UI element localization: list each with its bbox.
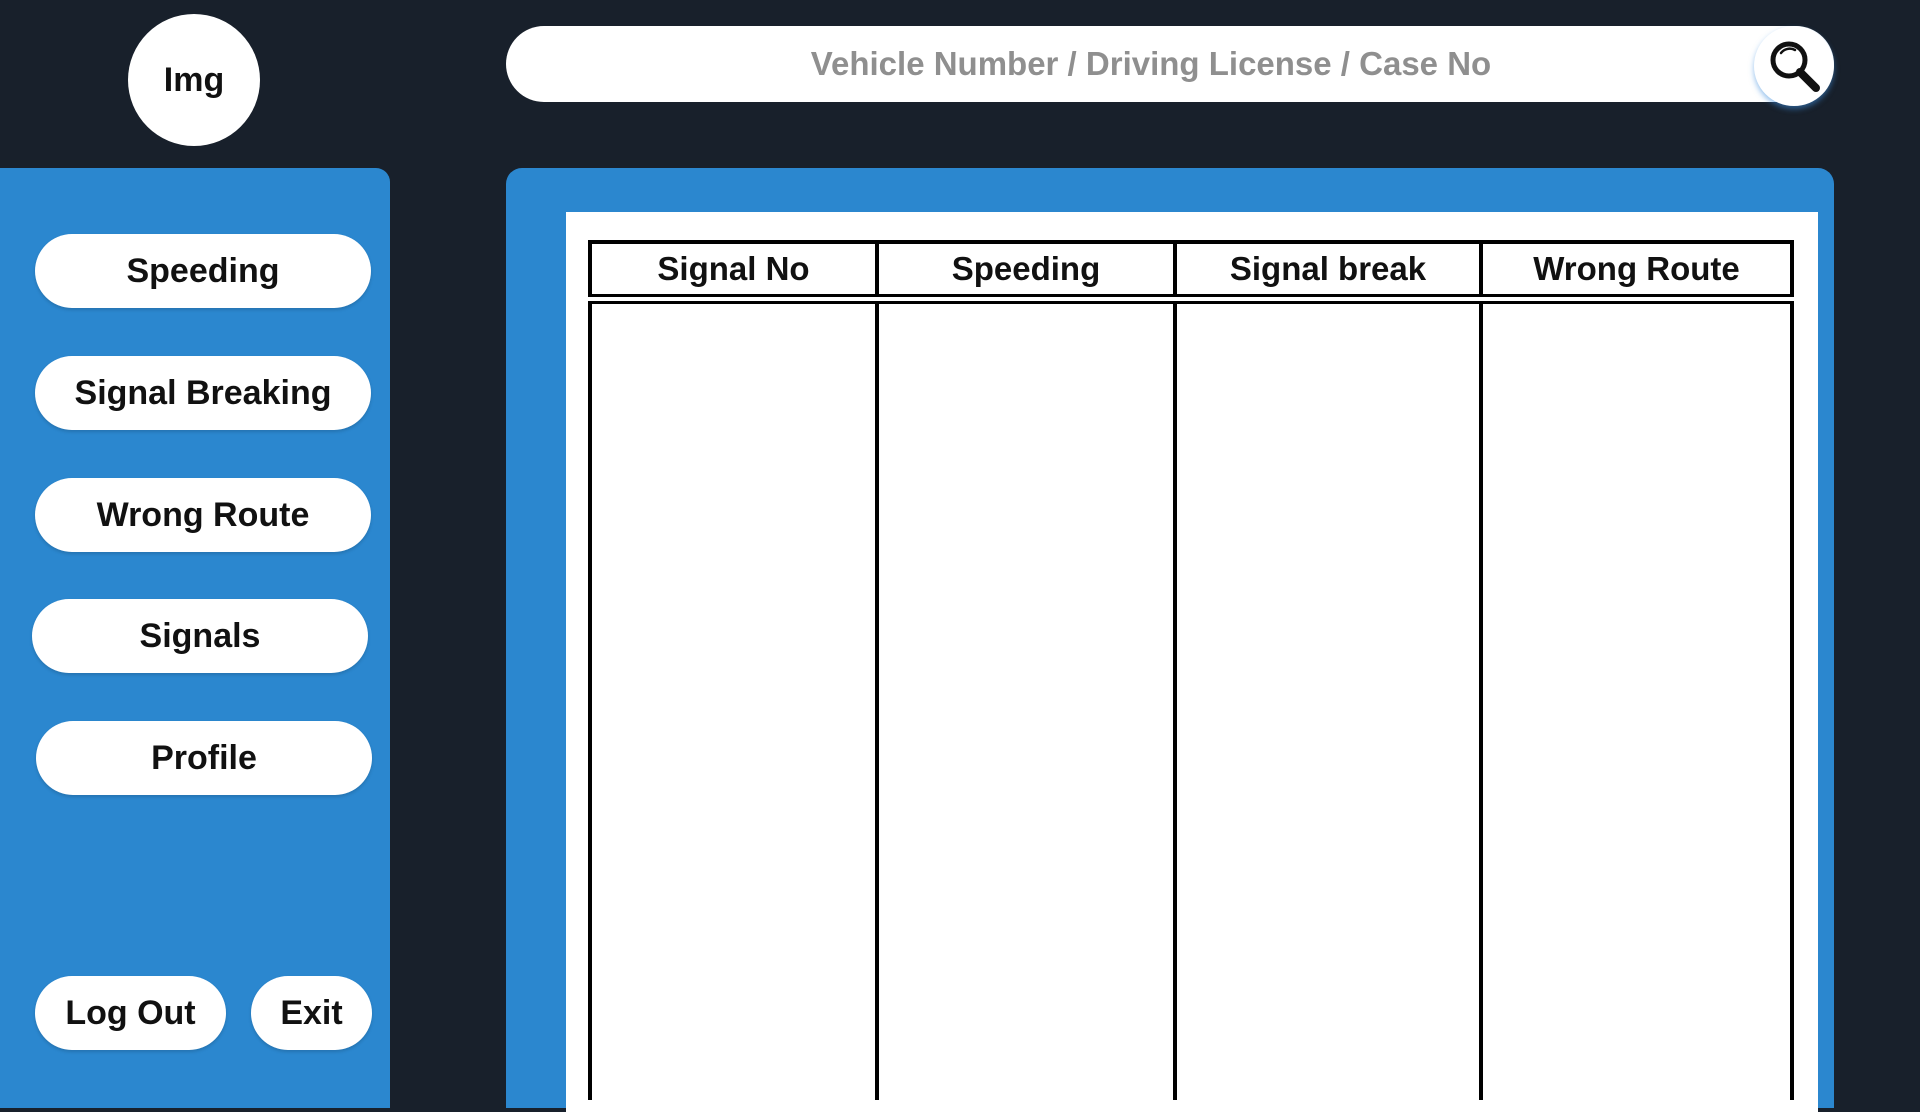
sidebar-item-wrong-route[interactable]: Wrong Route xyxy=(35,478,371,552)
logout-button[interactable]: Log Out xyxy=(35,976,226,1050)
exit-button[interactable]: Exit xyxy=(251,976,372,1050)
table-cell xyxy=(588,299,879,1100)
logout-label: Log Out xyxy=(65,993,196,1032)
sidebar-item-label: Signal Breaking xyxy=(74,373,332,412)
search-bar xyxy=(506,26,1834,102)
table-cell xyxy=(875,299,1177,1100)
sidebar-item-signals[interactable]: Signals xyxy=(32,599,368,673)
table-header-row: Signal No Speeding Signal break Wrong Ro… xyxy=(588,240,1794,304)
sidebar-item-label: Speeding xyxy=(126,251,280,290)
sidebar-item-speeding[interactable]: Speeding xyxy=(35,234,371,308)
search-icon xyxy=(1770,41,1820,92)
table-cell xyxy=(1173,299,1483,1100)
search-input[interactable] xyxy=(506,26,1756,102)
avatar[interactable]: Img xyxy=(128,14,260,146)
sidebar-item-label: Profile xyxy=(151,738,257,777)
column-header-speeding: Speeding xyxy=(875,240,1177,304)
column-header-signal-no: Signal No xyxy=(588,240,879,304)
sidebar-item-label: Signals xyxy=(139,616,261,655)
column-header-wrong-route: Wrong Route xyxy=(1479,240,1794,304)
sidebar-item-profile[interactable]: Profile xyxy=(36,721,372,795)
search-button[interactable] xyxy=(1754,26,1834,106)
avatar-label: Img xyxy=(163,60,225,99)
column-header-signal-break: Signal break xyxy=(1173,240,1483,304)
violations-table: Signal No Speeding Signal break Wrong Ro… xyxy=(588,240,1794,1100)
sidebar-item-signal-breaking[interactable]: Signal Breaking xyxy=(35,356,371,430)
exit-label: Exit xyxy=(280,993,343,1032)
sidebar-item-label: Wrong Route xyxy=(96,495,310,534)
table-body-row xyxy=(588,299,1794,1100)
table-cell xyxy=(1479,299,1794,1100)
